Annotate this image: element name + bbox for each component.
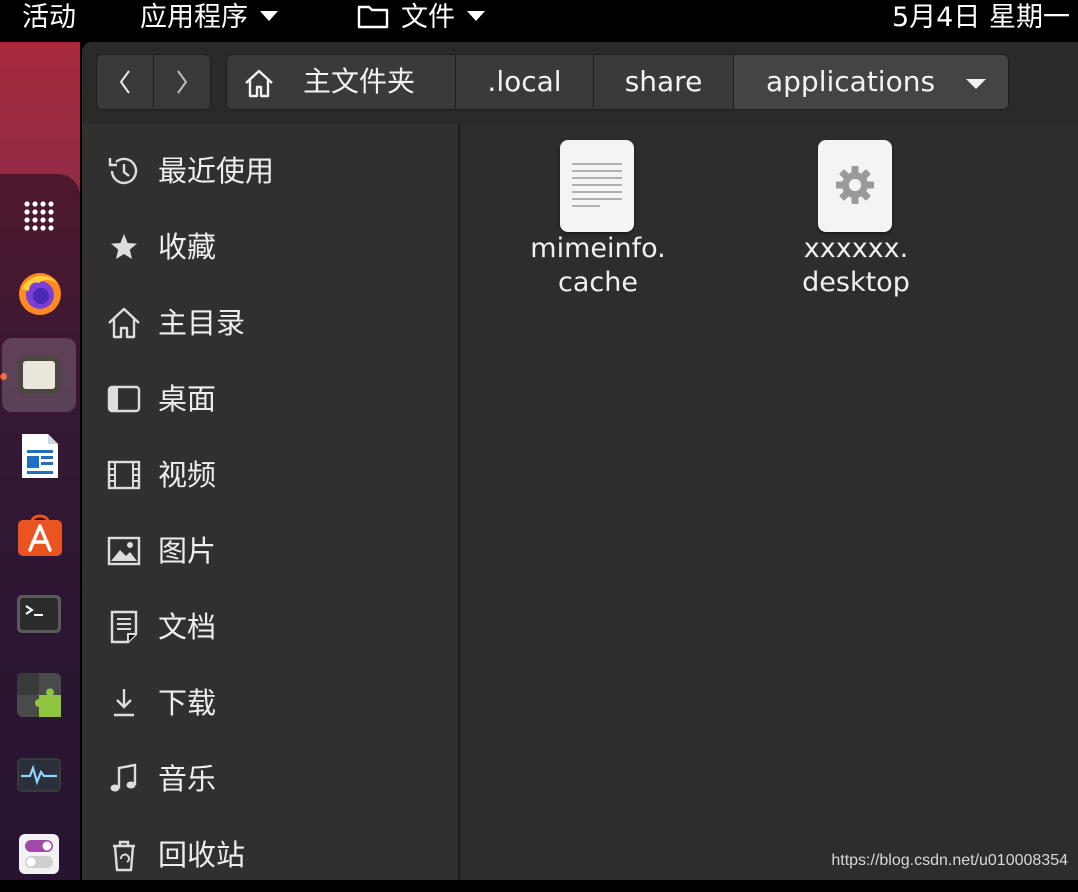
sidebar-item-videos[interactable]: 视频 [82, 445, 458, 505]
home-icon [243, 68, 275, 98]
sidebar-item-recent[interactable]: 最近使用 [82, 141, 458, 201]
terminal-launcher[interactable] [2, 578, 76, 652]
breadcrumb-local[interactable]: .local [455, 54, 594, 110]
watermark: https://blog.csdn.net/u010008354 [831, 852, 1068, 869]
video-icon [106, 457, 142, 493]
sidebar-item-home[interactable]: 主目录 [82, 293, 458, 353]
sidebar-item-label: 最近使用 [158, 154, 275, 188]
chevron-right-icon [175, 68, 189, 96]
sidebar-item-label: 回收站 [158, 838, 246, 872]
files-menu-label: 文件 [401, 2, 455, 33]
sidebar-item-pictures[interactable]: 图片 [82, 521, 458, 581]
chevron-left-icon [118, 68, 132, 96]
breadcrumb-local-label: .local [487, 65, 562, 98]
files-app-menu[interactable]: 文件 [357, 0, 485, 42]
file-name-line: desktop [802, 267, 910, 298]
back-button[interactable] [96, 54, 154, 110]
system-monitor-icon [17, 758, 61, 792]
activities-button[interactable]: 活动 [22, 0, 76, 42]
firefox-icon [17, 271, 63, 317]
download-icon [106, 685, 142, 721]
sidebar-item-trash[interactable]: 回收站 [82, 825, 458, 880]
sidebar-item-starred[interactable]: 收藏 [82, 217, 458, 277]
document-icon [106, 609, 142, 645]
applications-menu[interactable]: 应用程序 [140, 0, 278, 42]
sidebar-item-label: 下载 [158, 686, 217, 720]
writer-launcher[interactable] [2, 418, 76, 492]
picture-icon [106, 533, 142, 569]
music-icon [106, 761, 142, 797]
dock [0, 42, 80, 880]
settings-toggle-icon [19, 834, 59, 874]
extension-icon [17, 673, 61, 717]
applications-label: 应用程序 [140, 2, 248, 33]
sidebar-item-label: 文档 [158, 610, 217, 644]
files-icon [17, 355, 61, 395]
file-name: mimeinfo. cache [518, 232, 678, 300]
trash-icon [106, 837, 142, 873]
desktop-file-icon [818, 140, 892, 232]
breadcrumb-home-label: 主文件夹 [303, 65, 416, 98]
system-monitor-launcher[interactable] [2, 738, 76, 812]
top-bar: 活动 应用程序 文件 5月4日 星期一 [0, 0, 1078, 42]
chevron-down-icon [966, 79, 986, 89]
sidebar: 最近使用 收藏 主目录 桌面 视频 图片 文档 下载 音乐 回收站 [82, 124, 460, 880]
sidebar-item-music[interactable]: 音乐 [82, 749, 458, 809]
show-applications-button[interactable] [2, 177, 76, 251]
clock[interactable]: 5月4日 星期一 [892, 0, 1070, 42]
software-launcher[interactable] [2, 498, 76, 572]
breadcrumb-applications-label: applications [766, 65, 936, 98]
libreoffice-writer-icon [22, 434, 58, 478]
firefox-launcher[interactable] [2, 256, 76, 330]
files-launcher[interactable] [2, 338, 76, 412]
chevron-down-icon [467, 10, 485, 21]
star-icon [106, 229, 142, 265]
sidebar-item-label: 主目录 [158, 306, 246, 340]
folder-icon [357, 3, 389, 29]
clock-label: 5月4日 星期一 [892, 2, 1070, 33]
breadcrumb-home[interactable]: 主文件夹 [226, 54, 456, 110]
home-icon [106, 305, 142, 341]
file-view: mimeinfo. cache xxxxxx. desktop [460, 124, 1078, 880]
recent-icon [106, 153, 142, 189]
breadcrumb-share[interactable]: share [593, 54, 734, 110]
software-store-icon [18, 514, 62, 556]
settings-launcher[interactable] [2, 818, 76, 892]
breadcrumb-share-label: share [624, 65, 703, 98]
show-applications-icon [23, 200, 55, 232]
chevron-down-icon [260, 10, 278, 21]
terminal-icon [17, 595, 61, 633]
sidebar-item-label: 视频 [158, 458, 217, 492]
sidebar-item-documents[interactable]: 文档 [82, 597, 458, 657]
activities-label: 活动 [22, 2, 76, 33]
header-bar: 主文件夹 .local share applications [82, 42, 1078, 125]
sidebar-item-label: 收藏 [158, 230, 217, 264]
file-manager-window: 主文件夹 .local share applications 最近使用 收藏 主… [82, 42, 1078, 880]
sidebar-item-label: 图片 [158, 534, 217, 568]
file-name-line: xxxxxx. [803, 233, 909, 264]
sidebar-item-downloads[interactable]: 下载 [82, 673, 458, 733]
sidebar-item-label: 音乐 [158, 762, 217, 796]
file-name: xxxxxx. desktop [776, 232, 936, 300]
extensions-launcher[interactable] [2, 658, 76, 732]
file-name-line: mimeinfo. [530, 233, 666, 264]
sidebar-item-desktop[interactable]: 桌面 [82, 369, 458, 429]
file-name-line: cache [558, 267, 638, 298]
desktop-icon [106, 381, 142, 417]
text-file-icon [560, 140, 634, 232]
breadcrumb-applications[interactable]: applications [733, 54, 1009, 110]
forward-button[interactable] [153, 54, 211, 110]
sidebar-item-label: 桌面 [158, 382, 217, 416]
